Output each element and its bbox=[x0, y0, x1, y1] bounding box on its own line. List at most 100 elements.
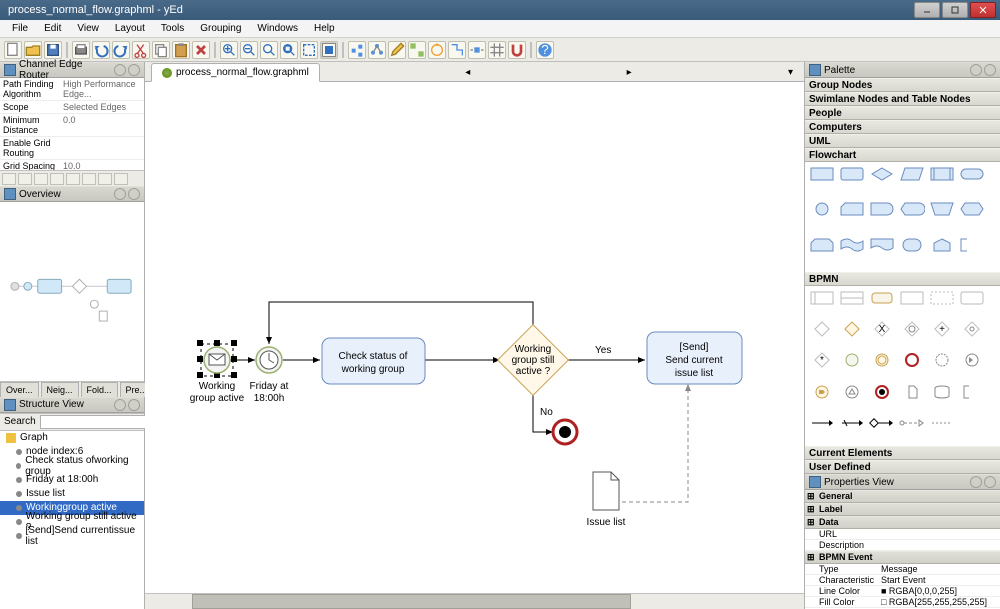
document-tab[interactable]: process_normal_flow.graphml bbox=[151, 63, 320, 82]
bpmn-gateway-complex[interactable]: * bbox=[809, 352, 835, 368]
shape-display[interactable] bbox=[899, 201, 925, 217]
property-row[interactable]: Description bbox=[805, 540, 1000, 551]
expand-icon[interactable] bbox=[986, 462, 996, 472]
minimize-button[interactable] bbox=[914, 2, 940, 18]
shape-decision[interactable] bbox=[869, 166, 895, 182]
layout-button-4[interactable] bbox=[428, 41, 446, 59]
tool-button[interactable] bbox=[50, 173, 64, 185]
bpmn-gateway-empty[interactable] bbox=[809, 321, 835, 337]
snap-button[interactable] bbox=[468, 41, 486, 59]
diagram-canvas[interactable]: Yes No Working group active bbox=[145, 82, 804, 593]
bpmn-event-link[interactable] bbox=[809, 384, 835, 400]
bpmn-event-compensation[interactable] bbox=[959, 352, 985, 368]
bpmn-data-store[interactable] bbox=[929, 384, 955, 400]
tool-button[interactable] bbox=[66, 173, 80, 185]
menu-layout[interactable]: Layout bbox=[107, 21, 153, 36]
menu-help[interactable]: Help bbox=[306, 21, 343, 36]
tool-button[interactable] bbox=[82, 173, 96, 185]
open-button[interactable] bbox=[24, 41, 42, 59]
structure-tree[interactable]: Graphnode index:6Check status ofworking … bbox=[0, 431, 144, 609]
expand-icon[interactable] bbox=[986, 274, 996, 284]
tab-nav-right-icon[interactable]: ▸ bbox=[627, 67, 641, 81]
bpmn-start-event[interactable]: Working group active bbox=[190, 340, 245, 404]
palette-section[interactable]: People bbox=[805, 106, 1000, 120]
bpmn-gateway-event[interactable] bbox=[899, 321, 925, 337]
zoom-fit-button[interactable] bbox=[280, 41, 298, 59]
bpmn-gateway-exclusive[interactable]: X bbox=[869, 321, 895, 337]
print-button[interactable] bbox=[72, 41, 90, 59]
property-row[interactable]: URL bbox=[805, 529, 1000, 540]
panel-close-icon[interactable] bbox=[128, 64, 140, 76]
shape-prep[interactable] bbox=[959, 201, 985, 217]
panel-minimize-icon[interactable] bbox=[114, 399, 126, 411]
cut-button[interactable] bbox=[132, 41, 150, 59]
bpmn-association[interactable] bbox=[929, 415, 955, 431]
props-section-header[interactable]: Label bbox=[805, 503, 1000, 516]
tool-button[interactable] bbox=[114, 173, 128, 185]
shape-annotation[interactable] bbox=[959, 237, 985, 253]
bpmn-data-object[interactable]: Issue list bbox=[587, 472, 626, 528]
bpmn-event-subprocess[interactable] bbox=[959, 290, 985, 306]
menu-file[interactable]: File bbox=[4, 21, 36, 36]
tab-overview[interactable]: Over... bbox=[0, 382, 39, 397]
undo-button[interactable] bbox=[92, 41, 110, 59]
props-section-header[interactable]: Data bbox=[805, 516, 1000, 529]
layout-button-3[interactable] bbox=[408, 41, 426, 59]
bpmn-default-flow[interactable] bbox=[839, 415, 865, 431]
expand-icon[interactable] bbox=[986, 150, 996, 160]
expand-icon[interactable] bbox=[986, 80, 996, 90]
panel-close-icon[interactable] bbox=[128, 399, 140, 411]
edit-mode-button[interactable] bbox=[388, 41, 406, 59]
property-row[interactable]: Fill Color□ RGBA[255,255,255,255] bbox=[805, 597, 1000, 608]
overview-panel-header[interactable]: Overview bbox=[0, 186, 144, 202]
palette-section[interactable]: Group Nodes bbox=[805, 78, 1000, 92]
bpmn-sequence-flow[interactable] bbox=[809, 415, 835, 431]
panel-close-icon[interactable] bbox=[984, 64, 996, 76]
bpmn-end-event[interactable] bbox=[899, 352, 925, 368]
shape-tape[interactable] bbox=[839, 237, 865, 253]
edge-router-panel-header[interactable]: Channel Edge Router bbox=[0, 62, 144, 78]
overview-canvas[interactable] bbox=[0, 202, 144, 381]
tree-item[interactable]: Graph bbox=[0, 431, 144, 445]
shape-predefined[interactable] bbox=[929, 166, 955, 182]
redo-button[interactable] bbox=[112, 41, 130, 59]
zoom-selection-button[interactable] bbox=[300, 41, 318, 59]
save-button[interactable] bbox=[44, 41, 62, 59]
layout-button-2[interactable] bbox=[368, 41, 386, 59]
palette-section[interactable]: Swimlane Nodes and Table Nodes bbox=[805, 92, 1000, 106]
zoom-reset-button[interactable] bbox=[260, 41, 278, 59]
tab-neighborhood[interactable]: Neig... bbox=[41, 382, 79, 397]
shape-offpage[interactable] bbox=[929, 237, 955, 253]
shape-process-rounded[interactable] bbox=[839, 166, 865, 182]
property-row[interactable]: Grid Spacing10.0 bbox=[0, 160, 144, 170]
bpmn-event-signal[interactable] bbox=[839, 384, 865, 400]
bpmn-start-event[interactable] bbox=[839, 352, 865, 368]
copy-button[interactable] bbox=[152, 41, 170, 59]
zoom-in-button[interactable] bbox=[220, 41, 238, 59]
menu-windows[interactable]: Windows bbox=[249, 21, 306, 36]
bpmn-task-check[interactable]: Check status of working group bbox=[322, 338, 425, 384]
palette-section-bpmn[interactable]: BPMN bbox=[805, 272, 1000, 286]
shape-terminator[interactable] bbox=[959, 166, 985, 182]
shape-card[interactable] bbox=[839, 201, 865, 217]
expand-icon[interactable] bbox=[986, 136, 996, 146]
tab-folder[interactable]: Fold... bbox=[81, 382, 118, 397]
panel-close-icon[interactable] bbox=[984, 476, 996, 488]
expand-icon[interactable] bbox=[986, 122, 996, 132]
palette-panel-header[interactable]: Palette bbox=[805, 62, 1000, 78]
palette-section-flowchart[interactable]: Flowchart bbox=[805, 148, 1000, 162]
property-row[interactable]: TypeMessage bbox=[805, 564, 1000, 575]
bpmn-terminate-event[interactable] bbox=[869, 384, 895, 400]
shape-data[interactable] bbox=[899, 166, 925, 182]
bpmn-end-event[interactable] bbox=[553, 420, 577, 444]
panel-close-icon[interactable] bbox=[128, 188, 140, 200]
panel-minimize-icon[interactable] bbox=[970, 476, 982, 488]
structure-panel-header[interactable]: Structure View bbox=[0, 397, 144, 413]
bpmn-subprocess[interactable] bbox=[899, 290, 925, 306]
bpmn-gateway[interactable] bbox=[839, 321, 865, 337]
shape-storage[interactable] bbox=[899, 237, 925, 253]
expand-icon[interactable] bbox=[986, 108, 996, 118]
shape-manual-op[interactable] bbox=[929, 201, 955, 217]
bpmn-gateway[interactable]: Working group still active ? bbox=[498, 325, 569, 396]
bpmn-timer-event[interactable]: Friday at 18:00h bbox=[250, 347, 289, 404]
